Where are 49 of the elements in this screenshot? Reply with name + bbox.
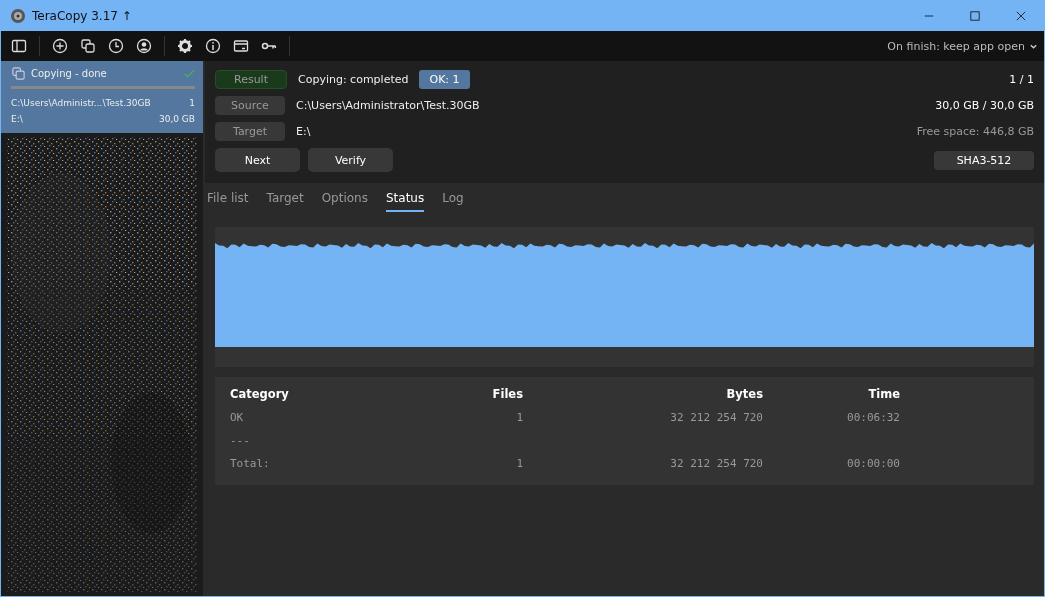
status-text: Copying: completed (298, 73, 409, 86)
ok-count-badge: OK: 1 (419, 70, 470, 89)
table-cell-text: --- (230, 433, 251, 447)
tab[interactable]: File list (207, 191, 249, 210)
table-cell-text: 00:06:32 (846, 410, 900, 424)
job-source: C:\Users\Administr...\Test.30GB (11, 97, 151, 110)
copy-icon[interactable] (80, 38, 96, 54)
hash-button[interactable]: SHA3-512 (934, 150, 1034, 170)
target-label: Target (215, 122, 285, 141)
job-target: E:\ (11, 113, 23, 126)
progress-count: 1 / 1 (1009, 73, 1034, 86)
column-header: Bytes (725, 387, 763, 401)
target-path: E:\ (296, 125, 311, 138)
table-cell-text: 1 (515, 410, 523, 424)
info-icon[interactable] (205, 38, 221, 54)
app-icon (10, 7, 26, 24)
column-header: Time (867, 387, 900, 401)
free-space-text: Free space: 446,8 GB (916, 125, 1034, 138)
tab[interactable]: Options (321, 191, 368, 210)
table-cell-text: Total: (230, 456, 271, 470)
clock-icon[interactable] (108, 38, 124, 54)
source-label: Source (215, 96, 285, 115)
next-button[interactable]: Next (215, 148, 300, 172)
window-title: TeraCopy 3.17 ↑ (32, 8, 132, 23)
tab[interactable]: Log (442, 191, 464, 210)
job-item[interactable]: Copying - done C:\Users\Administr...\Test.30GB 1 E:\ 30,0 GB (1, 61, 203, 133)
size-text: 30,0 GB / 30,0 GB (935, 99, 1034, 112)
tab[interactable]: Status (385, 191, 425, 212)
sidebar-icon[interactable] (11, 38, 27, 54)
card-icon[interactable] (233, 38, 249, 54)
job-count: 1 (189, 97, 195, 110)
source-path: C:\Users\Administrator\Test.30GB (296, 99, 480, 112)
tab[interactable]: Target (266, 191, 304, 210)
table-cell-text: 32 212 254 720 (669, 456, 763, 470)
table-cell-text: OK (230, 410, 245, 424)
table-cell-text: 32 212 254 720 (669, 410, 763, 424)
add-icon[interactable] (52, 38, 68, 54)
column-header: Category (230, 387, 290, 401)
on-finish-dropdown[interactable]: On finish: keep app open (887, 39, 1044, 53)
verify-button[interactable]: Verify (308, 148, 393, 172)
job-size: 30,0 GB (158, 113, 195, 126)
result-label: Result (215, 70, 287, 89)
settings-icon[interactable] (177, 38, 193, 54)
table-cell-text: 1 (515, 456, 523, 470)
table-cell-text: 00:00:00 (846, 456, 900, 470)
copy-icon (11, 66, 26, 81)
user-icon[interactable] (136, 38, 152, 54)
column-header: Files (491, 387, 523, 401)
job-title: Copying - done (31, 68, 107, 79)
